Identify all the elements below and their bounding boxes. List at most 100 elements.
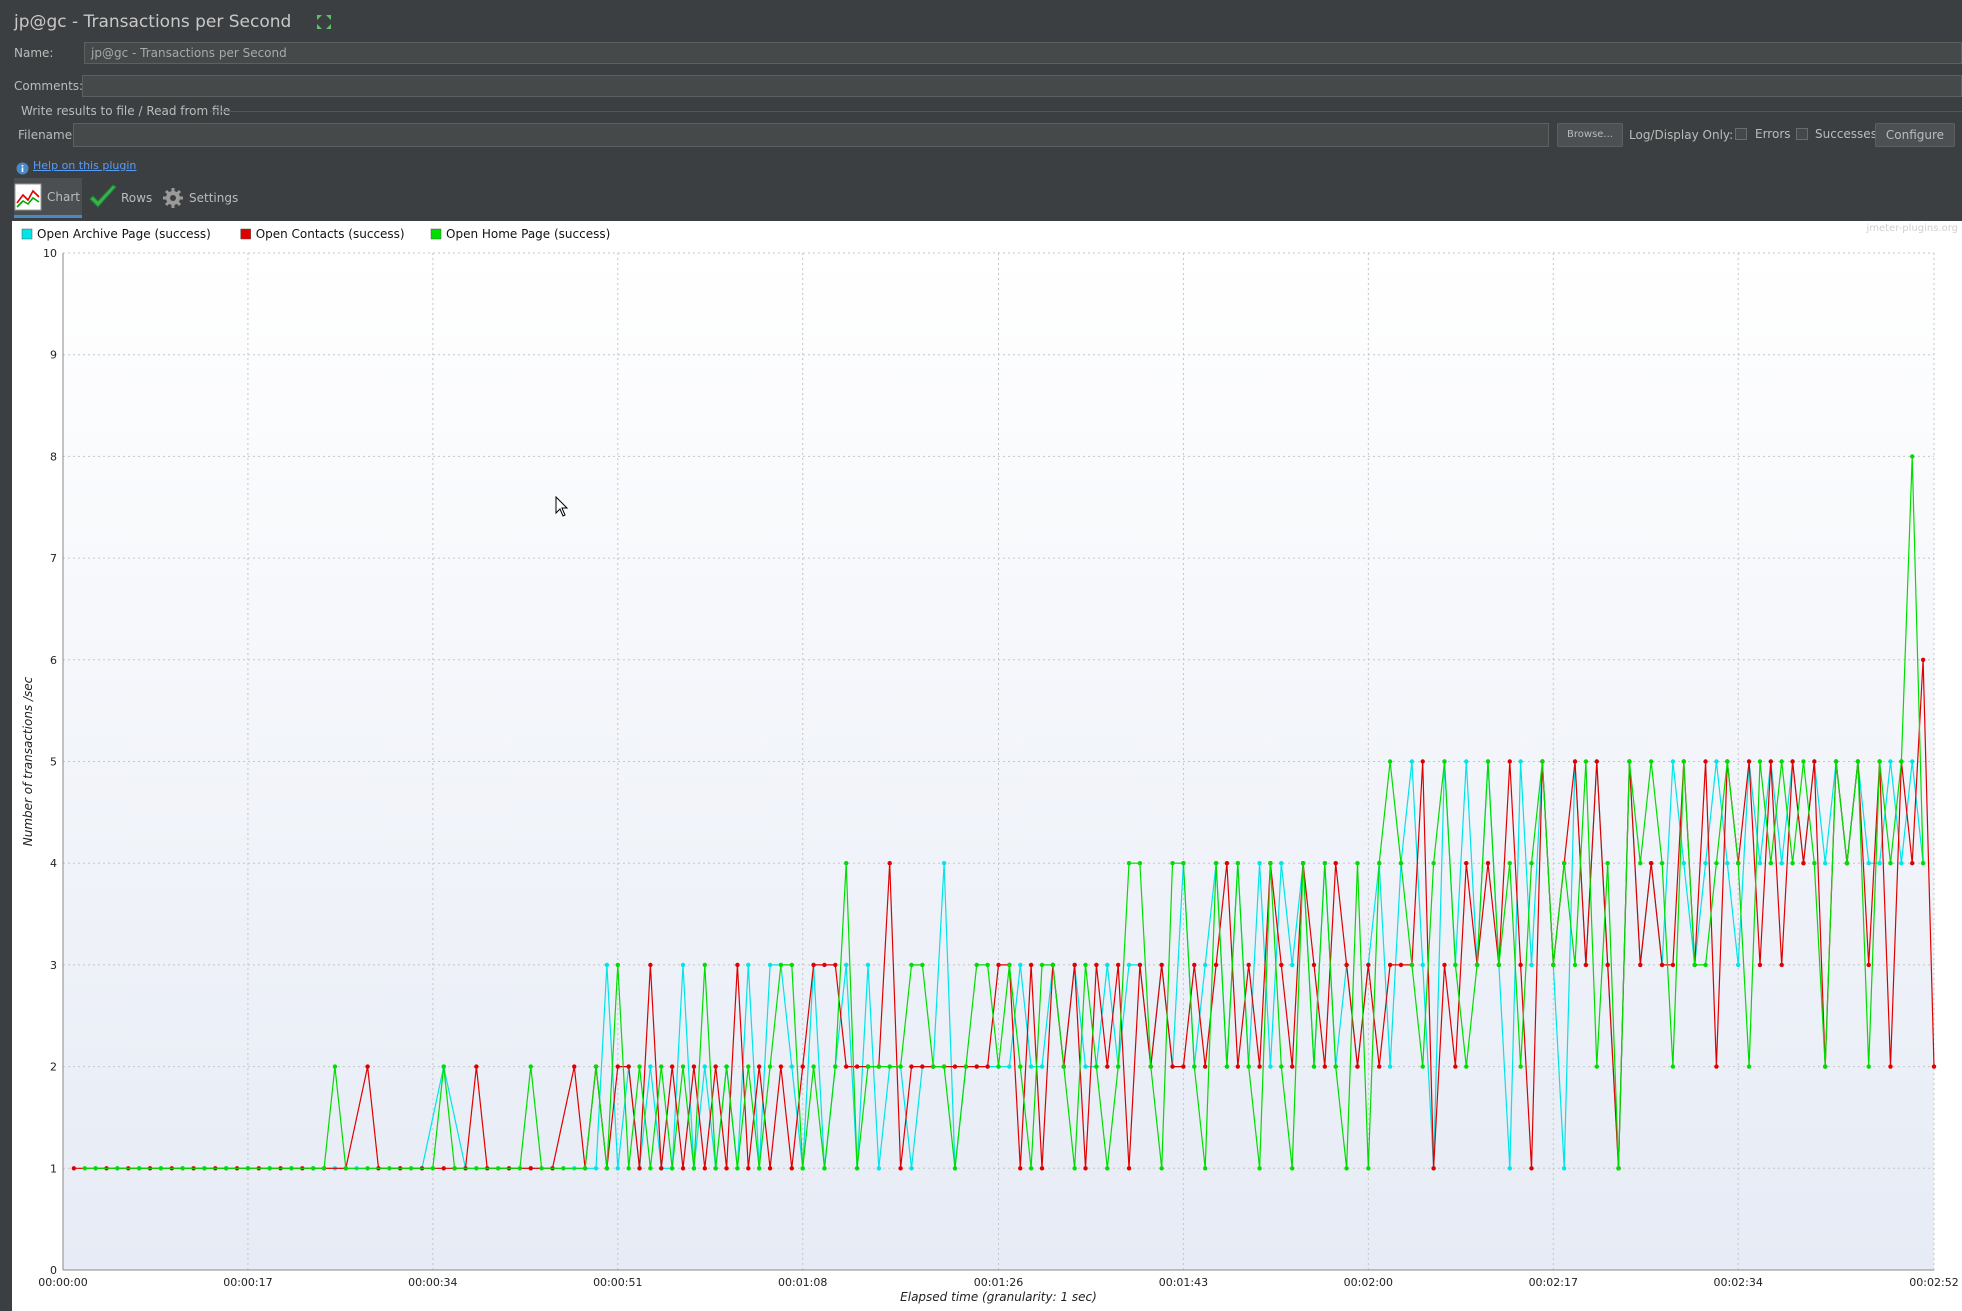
- data-point: [1094, 1064, 1099, 1069]
- data-point: [909, 1166, 914, 1171]
- data-point: [952, 1064, 958, 1069]
- data-point: [1464, 1064, 1469, 1069]
- data-point: [1812, 759, 1817, 764]
- data-point: [1518, 962, 1523, 968]
- data-point: [1159, 962, 1164, 968]
- data-point: [1170, 1064, 1175, 1069]
- tab-chart-label: Chart: [47, 189, 80, 204]
- data-point: [1072, 962, 1077, 968]
- data-point: [811, 962, 816, 968]
- data-point: [659, 1064, 664, 1069]
- data-point: [136, 1166, 142, 1171]
- data-point: [1757, 759, 1763, 764]
- data-point: [1638, 962, 1643, 968]
- data-point: [1681, 759, 1687, 764]
- data-point: [593, 1166, 599, 1171]
- data-point: [1464, 759, 1469, 764]
- data-point: [920, 1064, 925, 1069]
- data-point: [82, 1166, 87, 1171]
- gear-icon: [162, 187, 184, 209]
- data-point: [202, 1166, 207, 1171]
- data-point: [1823, 1064, 1828, 1069]
- data-point: [876, 1064, 882, 1069]
- data-point: [593, 1064, 599, 1069]
- data-point: [844, 1064, 849, 1069]
- data-point: [626, 1064, 631, 1069]
- data-point: [1866, 1064, 1871, 1069]
- data-point: [1453, 962, 1458, 968]
- data-point: [844, 962, 849, 968]
- data-point: [1420, 1064, 1425, 1069]
- data-point: [637, 1064, 642, 1069]
- x-tick-label: 00:00:00: [38, 1276, 87, 1289]
- data-point: [1398, 962, 1404, 968]
- data-point: [974, 1064, 979, 1069]
- data-point: [1115, 1064, 1121, 1069]
- data-point: [680, 1064, 686, 1069]
- tab-settings-label: Settings: [189, 191, 239, 205]
- data-point: [1920, 861, 1926, 866]
- data-point: [1453, 1064, 1458, 1069]
- data-point: [1659, 962, 1665, 968]
- legend-label: Open Archive Page (success): [37, 227, 211, 241]
- data-point: [223, 1166, 229, 1171]
- successes-checkbox[interactable]: [1796, 128, 1808, 140]
- data-point: [1692, 962, 1697, 968]
- data-point: [430, 1166, 436, 1171]
- data-point: [1725, 861, 1730, 866]
- data-point: [1181, 1064, 1186, 1069]
- x-tick-label: 00:02:34: [1713, 1276, 1762, 1289]
- data-point: [854, 1064, 860, 1069]
- data-point: [669, 1166, 675, 1171]
- data-point: [1442, 759, 1447, 764]
- data-point: [1126, 962, 1132, 968]
- data-point: [1213, 962, 1219, 968]
- configure-button[interactable]: Configure: [1875, 123, 1955, 147]
- filename-field[interactable]: [73, 123, 1549, 147]
- data-point: [321, 1166, 327, 1171]
- comments-label: Comments:: [14, 79, 84, 93]
- data-point: [572, 1064, 577, 1069]
- data-point: [93, 1166, 98, 1171]
- comments-field[interactable]: [82, 75, 1962, 97]
- data-point: [615, 1064, 620, 1069]
- data-point: [1910, 861, 1915, 866]
- data-point: [920, 962, 925, 968]
- expand-icon[interactable]: [315, 13, 333, 31]
- data-point: [1344, 962, 1349, 968]
- data-point: [800, 1064, 805, 1069]
- data-point: [1148, 1064, 1153, 1069]
- name-field[interactable]: jp@gc - Transactions per Second: [84, 42, 1962, 64]
- data-point: [387, 1166, 392, 1171]
- data-point: [1018, 1166, 1023, 1171]
- errors-checkbox[interactable]: [1735, 128, 1747, 140]
- watermark: jmeter-plugins.org: [1865, 223, 1958, 234]
- browse-button[interactable]: Browse...: [1557, 123, 1623, 147]
- data-point: [1670, 962, 1676, 968]
- tab-rows[interactable]: Rows: [88, 178, 152, 218]
- y-axis-label: Number of transactions /sec: [21, 676, 35, 846]
- name-label: Name:: [14, 46, 54, 60]
- x-tick-label: 00:01:43: [1159, 1276, 1208, 1289]
- x-tick-label: 00:00:17: [223, 1276, 272, 1289]
- tab-chart[interactable]: Chart: [14, 178, 82, 218]
- data-point: [1105, 962, 1110, 968]
- data-point: [887, 1064, 892, 1069]
- data-point: [1257, 1166, 1262, 1171]
- data-point: [1757, 962, 1763, 968]
- data-point: [1920, 657, 1926, 662]
- help-link[interactable]: Help on this plugin: [33, 159, 136, 172]
- data-point: [1746, 759, 1752, 764]
- legend-swatch: [430, 228, 442, 240]
- data-point: [1409, 962, 1415, 968]
- tab-settings[interactable]: Settings: [162, 178, 238, 218]
- data-point: [1931, 1064, 1937, 1069]
- data-point: [1398, 861, 1404, 866]
- data-point: [887, 861, 892, 866]
- line-chart-icon: [14, 183, 42, 211]
- data-point: [713, 1064, 718, 1069]
- data-point: [1899, 759, 1904, 764]
- data-point: [1126, 861, 1132, 866]
- data-point: [1746, 1064, 1752, 1069]
- data-point: [1246, 962, 1251, 968]
